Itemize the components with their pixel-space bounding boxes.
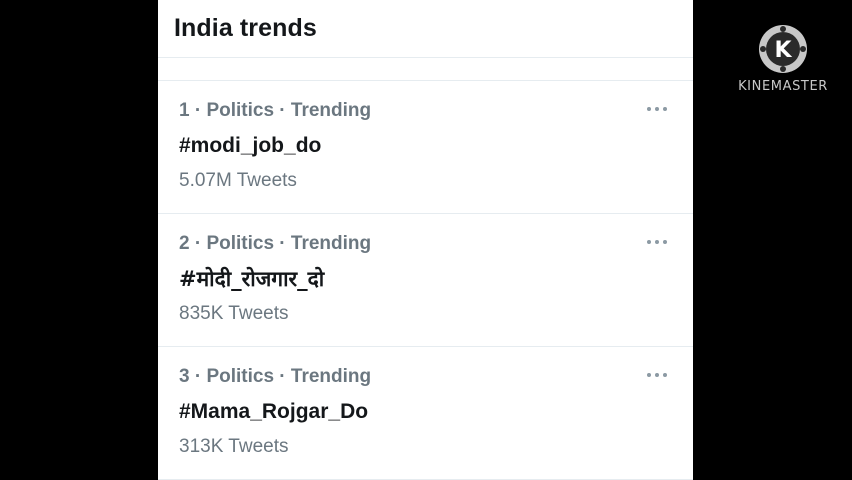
trends-header: India trends — [158, 0, 693, 58]
trend-meta: 1 · Politics · Trending — [179, 100, 372, 121]
page-title: India trends — [174, 14, 317, 42]
trend-hashtag: #मोदी_रोजगार_दो — [179, 267, 325, 291]
trend-tweet-count: 835K Tweets — [179, 303, 289, 324]
trend-item-1[interactable]: 1 · Politics · Trending #modi_job_do 5.0… — [158, 81, 693, 214]
trends-panel: India trends 1 · Politics · Trending #mo… — [158, 0, 693, 480]
trend-hashtag: #modi_job_do — [179, 134, 322, 157]
more-options-icon[interactable] — [647, 369, 667, 381]
watermark-text: KINEMASTER — [738, 79, 828, 94]
svg-text:K: K — [774, 38, 792, 63]
more-options-icon[interactable] — [647, 236, 667, 248]
trend-item-3[interactable]: 3 · Politics · Trending #Mama_Rojgar_Do … — [158, 347, 693, 480]
trend-meta: 3 · Politics · Trending — [179, 366, 372, 387]
kinemaster-logo-icon: K — [759, 25, 807, 73]
more-options-icon[interactable] — [647, 103, 667, 115]
trend-item-2[interactable]: 2 · Politics · Trending #मोदी_रोजगार_दो … — [158, 214, 693, 347]
trend-meta: 2 · Politics · Trending — [179, 233, 372, 254]
trend-tweet-count: 313K Tweets — [179, 436, 289, 457]
kinemaster-watermark: K KINEMASTER — [736, 24, 830, 94]
divider — [158, 58, 693, 81]
trend-tweet-count: 5.07M Tweets — [179, 170, 297, 191]
trend-hashtag: #Mama_Rojgar_Do — [179, 400, 369, 423]
screen: India trends 1 · Politics · Trending #mo… — [0, 0, 852, 480]
